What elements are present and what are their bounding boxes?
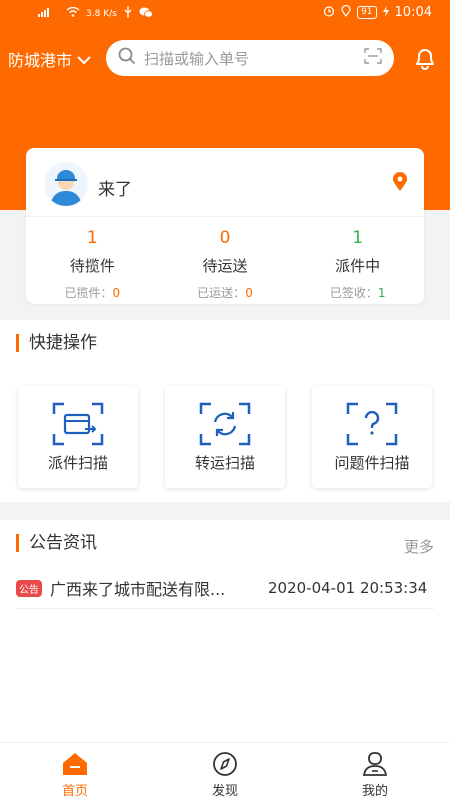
stat-sub-value: 1 bbox=[377, 286, 386, 300]
stat-sub: 已运送：0 bbox=[159, 284, 292, 301]
notice-time: 2020-04-01 20:53:34 bbox=[268, 579, 428, 597]
status-left: 3.8 K/s bbox=[38, 6, 153, 21]
quick-actions-section: 快捷操作 派件扫描 转运扫描 问题件扫描 bbox=[0, 320, 450, 502]
problem-scan-icon bbox=[346, 402, 398, 446]
section-title: 公告资讯 bbox=[16, 534, 97, 552]
city-name: 防城港市 bbox=[8, 51, 73, 70]
quick-action-label: 派件扫描 bbox=[47, 454, 108, 472]
more-link[interactable]: 更多 bbox=[404, 536, 434, 557]
stat-delivering[interactable]: 1 派件中 已签收：1 bbox=[291, 226, 424, 301]
stat-sub-value: 0 bbox=[245, 286, 253, 300]
stat-sub: 已签收：1 bbox=[291, 284, 424, 301]
stat-sub-label: 已签收： bbox=[329, 286, 378, 300]
list-item[interactable]: 公告 广西来了城市配送有限... 2020-04-01 20:53:34 bbox=[16, 576, 434, 600]
stat-label: 待揽件 bbox=[69, 257, 115, 275]
stat-count: 1 bbox=[86, 228, 98, 248]
wifi-icon bbox=[66, 6, 80, 20]
transfer-scan-icon bbox=[199, 402, 251, 446]
status-right: 91 10:04 bbox=[323, 4, 432, 20]
user-name: 来了 bbox=[98, 180, 132, 200]
city-selector[interactable]: 防城港市 bbox=[8, 47, 92, 71]
usb-icon bbox=[123, 6, 133, 21]
transfer-scan-button[interactable]: 转运扫描 bbox=[165, 386, 285, 488]
tab-label: 我的 bbox=[361, 784, 388, 799]
delivery-scan-icon bbox=[52, 402, 104, 446]
scan-icon[interactable] bbox=[364, 48, 382, 68]
charging-icon bbox=[382, 5, 389, 20]
alarm-icon bbox=[323, 5, 335, 20]
tab-discover[interactable]: 发现 bbox=[150, 743, 300, 800]
search-input[interactable]: 扫描或输入单号 bbox=[144, 48, 364, 69]
tab-label: 首页 bbox=[61, 784, 88, 799]
avatar bbox=[44, 162, 88, 206]
tab-profile[interactable]: 我的 bbox=[300, 743, 450, 800]
notice-badge: 公告 bbox=[16, 579, 42, 597]
notices-section: 公告资讯 更多 公告 广西来了城市配送有限... 2020-04-01 20:5… bbox=[0, 520, 450, 742]
home-icon bbox=[61, 751, 89, 777]
stat-count: 1 bbox=[352, 228, 364, 248]
bottom-tab-bar: 首页 发现 我的 bbox=[0, 742, 450, 800]
stat-sub: 已揽件：0 bbox=[26, 284, 159, 301]
divider bbox=[16, 608, 434, 609]
wechat-icon bbox=[139, 7, 153, 21]
signal-icon bbox=[38, 7, 60, 20]
delivery-scan-button[interactable]: 派件扫描 bbox=[18, 386, 138, 488]
section-title: 快捷操作 bbox=[16, 334, 97, 352]
tab-home[interactable]: 首页 bbox=[0, 743, 150, 800]
stat-label: 派件中 bbox=[335, 257, 381, 275]
notice-title: 广西来了城市配送有限... bbox=[50, 580, 226, 599]
problem-scan-button[interactable]: 问题件扫描 bbox=[312, 386, 432, 488]
search-bar[interactable]: 扫描或输入单号 bbox=[106, 40, 394, 76]
stat-sub-label: 已运送： bbox=[197, 286, 246, 300]
quick-action-label: 问题件扫描 bbox=[334, 454, 410, 472]
user-summary-card: 来了 1 待揽件 已揽件：0 0 待运送 已运送：0 1 派件中 已签收：1 bbox=[26, 148, 424, 304]
stat-pending-transport[interactable]: 0 待运送 已运送：0 bbox=[159, 226, 292, 301]
compass-icon bbox=[211, 751, 239, 777]
quick-action-label: 转运扫描 bbox=[194, 454, 255, 472]
stats-row: 1 待揽件 已揽件：0 0 待运送 已运送：0 1 派件中 已签收：1 bbox=[26, 226, 424, 301]
battery-indicator: 91 bbox=[357, 6, 377, 19]
status-bar: 3.8 K/s 91 10:04 bbox=[0, 0, 450, 28]
quick-actions-grid: 派件扫描 转运扫描 问题件扫描 bbox=[18, 386, 432, 488]
tab-label: 发现 bbox=[211, 784, 238, 799]
stat-count: 0 bbox=[219, 228, 231, 248]
stat-sub-value: 0 bbox=[112, 286, 121, 300]
stat-sub-label: 已揽件： bbox=[64, 286, 113, 300]
network-speed: 3.8 K/s bbox=[86, 8, 117, 19]
chevron-down-icon bbox=[76, 50, 92, 69]
stat-label: 待运送 bbox=[202, 257, 248, 275]
location-status-icon bbox=[341, 4, 351, 20]
search-icon bbox=[118, 47, 136, 69]
card-divider bbox=[26, 216, 424, 217]
user-icon bbox=[361, 751, 389, 777]
status-time: 10:04 bbox=[394, 5, 432, 20]
location-pin-icon[interactable] bbox=[392, 172, 408, 196]
stat-pending-pickup[interactable]: 1 待揽件 已揽件：0 bbox=[26, 226, 159, 301]
notification-bell-icon[interactable] bbox=[412, 45, 438, 75]
